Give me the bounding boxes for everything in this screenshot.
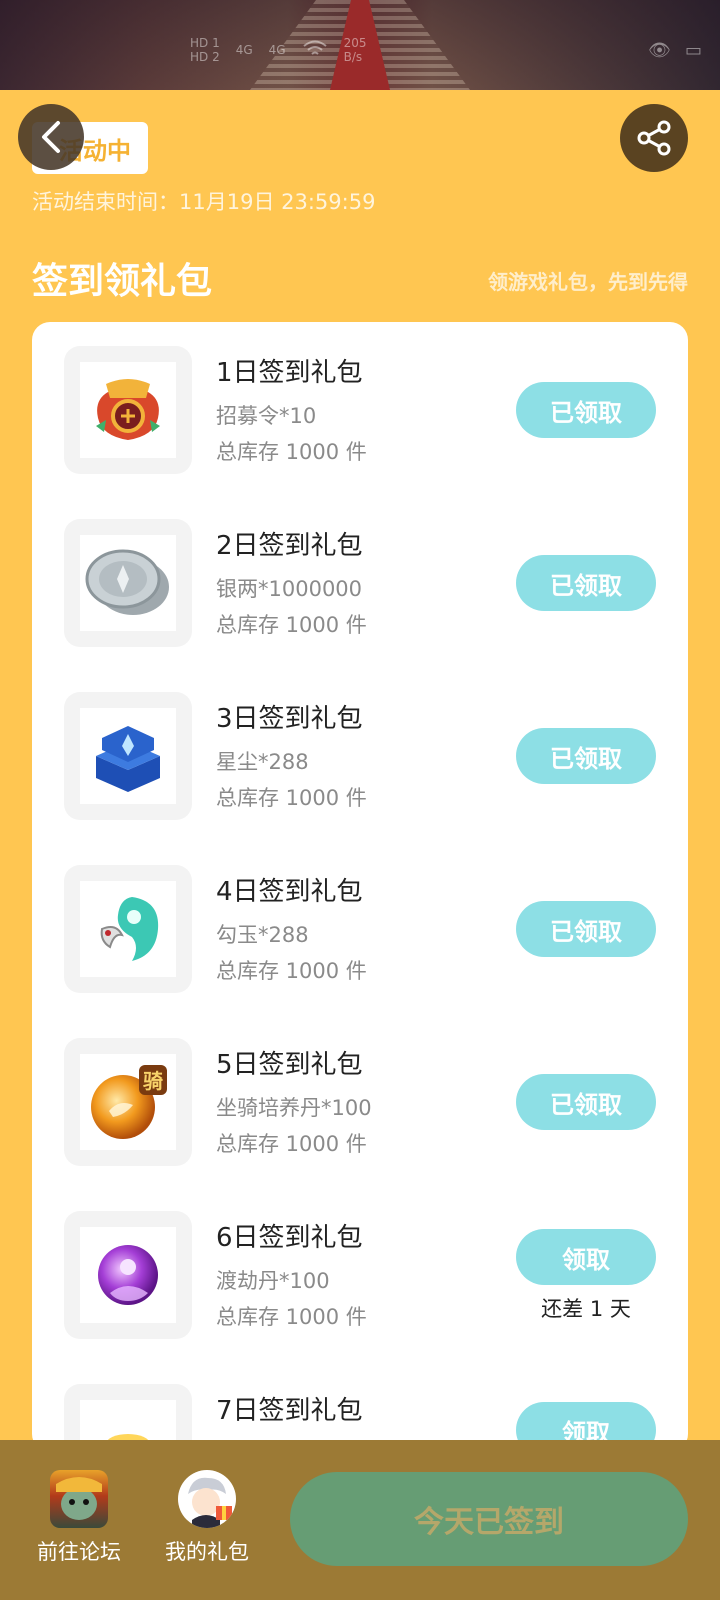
mount-pill-icon: 骑 <box>91 1065 167 1139</box>
forum-link[interactable]: 前往论坛 <box>24 1470 134 1566</box>
stardust-chest-icon <box>96 726 160 792</box>
gift-stock: 总库存 1000 件 <box>216 1305 367 1329</box>
back-button[interactable] <box>18 104 84 170</box>
gift-stock: 总库存 1000 件 <box>216 786 367 810</box>
gift-content: 坐骑培养丹*100 <box>216 1096 372 1120</box>
gift-title: 5日签到礼包 <box>216 1050 363 1080</box>
gift-list-card: 1日签到礼包 招募令*10 总库存 1000 件 已领取 2日签到礼包 银两*1… <box>32 322 688 1452</box>
gift-item: 2日签到礼包 银两*1000000 总库存 1000 件 已领取 <box>32 495 688 671</box>
signal-4g-2: 4G <box>268 43 286 57</box>
gift-thumbnail: 骑 <box>64 1038 192 1166</box>
network-speed: 205 B/s <box>343 36 367 64</box>
gift-thumbnail <box>64 865 192 993</box>
gift-thumbnail <box>64 1211 192 1339</box>
my-gifts-link[interactable]: 我的礼包 <box>152 1470 262 1566</box>
wifi-icon <box>302 40 328 61</box>
eye-icon: 👁 <box>648 40 671 61</box>
claimed-button[interactable]: 已领取 <box>516 901 656 957</box>
tribulation-pill-icon <box>98 1245 158 1305</box>
bottom-action-bar: 前往论坛 我的礼包 今天已签到 <box>0 1440 720 1600</box>
gift-content: 招募令*10 <box>216 404 317 428</box>
forum-label: 前往论坛 <box>37 1540 121 1564</box>
gift-title: 3日签到礼包 <box>216 704 363 734</box>
share-button[interactable] <box>620 104 688 172</box>
gift-item: 4日签到礼包 勾玉*288 总库存 1000 件 已领取 <box>32 841 688 1017</box>
gift-thumbnail <box>64 692 192 820</box>
recruit-token-icon <box>96 379 160 440</box>
gift-stock: 总库存 1000 件 <box>216 613 367 637</box>
section-subtitle: 领游戏礼包，先到先得 <box>488 270 688 294</box>
days-remaining: 还差 1 天 <box>541 1297 631 1321</box>
gift-stock: 总库存 1000 件 <box>216 1132 367 1156</box>
status-bar: HD 1 HD 2 4G 4G 205 B/s <box>190 36 367 64</box>
gift-item: 7日签到礼包 领取 <box>32 1360 688 1452</box>
gift-item: 3日签到礼包 星尘*288 总库存 1000 件 已领取 <box>32 668 688 844</box>
gift-thumbnail <box>64 346 192 474</box>
gift-content: 勾玉*288 <box>216 923 309 947</box>
claimed-button[interactable]: 已领取 <box>516 728 656 784</box>
claim-button[interactable]: 领取 <box>516 1229 656 1285</box>
share-icon <box>637 120 671 156</box>
battery-icon: ▭ <box>684 40 702 61</box>
top-banner-image: HD 1 HD 2 4G 4G 205 B/s 👁 ▭ <box>0 0 720 90</box>
claimed-button[interactable]: 已领取 <box>516 382 656 438</box>
game-avatar-icon <box>50 1470 108 1528</box>
gift-title: 2日签到礼包 <box>216 531 363 561</box>
gift-content: 渡劫丹*100 <box>216 1269 330 1293</box>
gift-stock: 总库存 1000 件 <box>216 440 367 464</box>
gift-title: 6日签到礼包 <box>216 1223 363 1253</box>
section-title: 签到领礼包 <box>32 261 213 302</box>
svg-text:骑: 骑 <box>143 1069 163 1093</box>
gift-content: 星尘*288 <box>216 750 309 774</box>
magatama-icon <box>100 897 159 961</box>
gift-item: 1日签到礼包 招募令*10 总库存 1000 件 已领取 <box>32 322 688 498</box>
claimed-button[interactable]: 已领取 <box>516 555 656 611</box>
signal-4g-1: 4G <box>235 43 253 57</box>
gift-title: 7日签到礼包 <box>216 1396 363 1426</box>
gift-title: 1日签到礼包 <box>216 358 363 388</box>
signed-in-today-button[interactable]: 今天已签到 <box>290 1472 688 1566</box>
gift-title: 4日签到礼包 <box>216 877 363 907</box>
gift-avatar-icon <box>178 1470 236 1528</box>
gift-thumbnail <box>64 519 192 647</box>
gift-content: 银两*1000000 <box>216 577 363 601</box>
gift-item: 骑 5日签到礼包 坐骑培养丹*100 总库存 1000 件 已领取 <box>32 1014 688 1190</box>
claimed-button[interactable]: 已领取 <box>516 1074 656 1130</box>
chevron-left-icon <box>42 121 60 153</box>
hd-indicator: HD 1 HD 2 <box>190 36 220 64</box>
my-gifts-label: 我的礼包 <box>165 1540 249 1564</box>
status-bar-right: 👁 ▭ <box>648 40 702 61</box>
gift-item: 6日签到礼包 渡劫丹*100 总库存 1000 件 领取 还差 1 天 <box>32 1187 688 1363</box>
gift-stock: 总库存 1000 件 <box>216 959 367 983</box>
silver-coin-icon <box>85 549 169 615</box>
activity-end-time: 活动结束时间：11月19日 23:59:59 <box>32 190 376 214</box>
